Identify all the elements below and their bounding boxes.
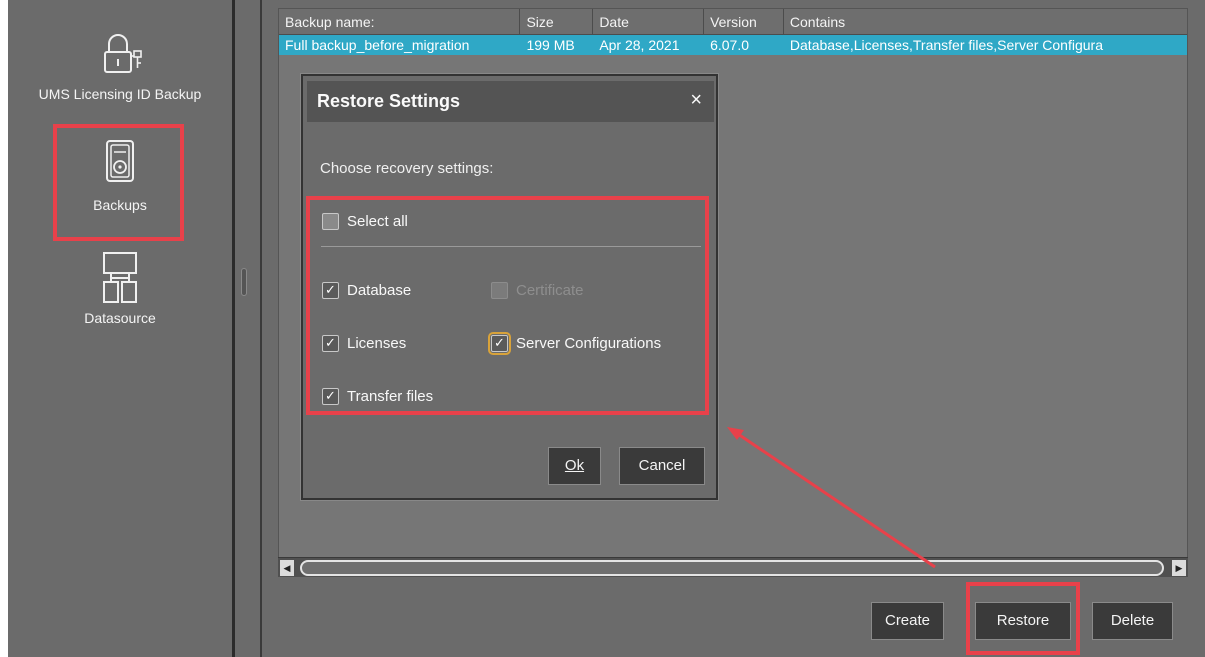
annotation-arrow xyxy=(727,427,936,569)
